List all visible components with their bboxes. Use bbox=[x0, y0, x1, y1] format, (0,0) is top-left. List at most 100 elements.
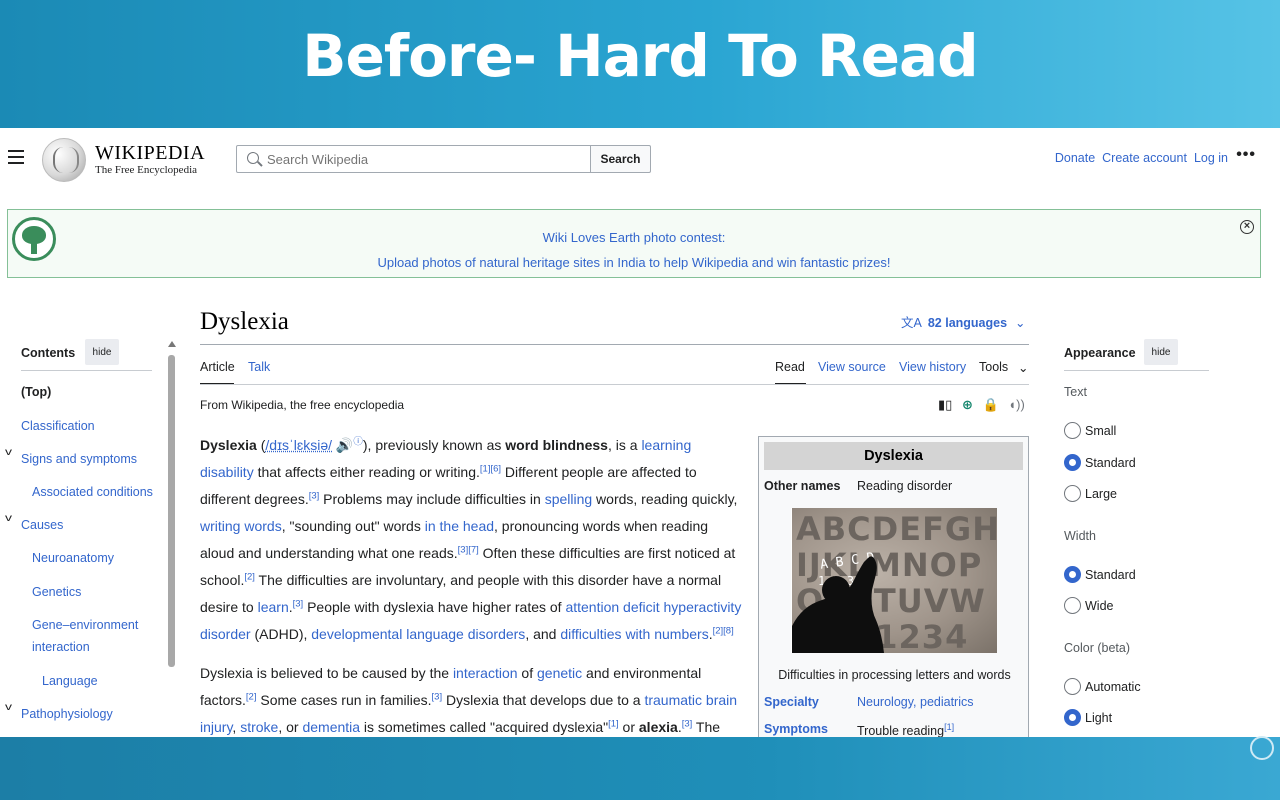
scroll-up-icon[interactable] bbox=[168, 341, 176, 347]
radio-color-automatic[interactable]: Automatic bbox=[1064, 678, 1141, 695]
languages-label: 82 languages bbox=[927, 316, 1008, 330]
ipa-link[interactable]: /dɪsˈlɛksiə/ bbox=[265, 437, 332, 453]
toc-item-associated-conditions[interactable]: Associated conditions bbox=[32, 485, 153, 499]
from-wikipedia-tagline: From Wikipedia, the free encyclopedia bbox=[200, 398, 405, 412]
tab-read[interactable]: Read bbox=[775, 360, 805, 374]
chevron-down-icon[interactable]: v bbox=[5, 447, 12, 458]
infobox-symptoms-value: Trouble reading[1] bbox=[857, 722, 954, 737]
chevron-down-icon[interactable]: v bbox=[5, 513, 12, 524]
radio-selected-icon[interactable] bbox=[1064, 454, 1081, 471]
create-account-link[interactable]: Create account bbox=[1102, 151, 1187, 165]
radio-text-standard[interactable]: Standard bbox=[1064, 454, 1136, 471]
toc-item-genetics[interactable]: Genetics bbox=[32, 585, 81, 599]
wordmark-tagline: The Free Encyclopedia bbox=[95, 164, 198, 176]
radio-selected-icon[interactable] bbox=[1064, 566, 1081, 583]
search-field[interactable] bbox=[236, 145, 591, 173]
radio-selected-icon[interactable] bbox=[1064, 709, 1081, 726]
radio-text-small[interactable]: Small bbox=[1064, 422, 1116, 439]
wikipedia-globe-logo[interactable] bbox=[42, 138, 86, 182]
toc-title: Contents bbox=[21, 346, 76, 360]
tab-view-history[interactable]: View history bbox=[899, 360, 966, 374]
notice-body-link[interactable]: Upload photos of natural heritage sites … bbox=[8, 255, 1260, 270]
radio-icon[interactable] bbox=[1064, 485, 1081, 502]
toc-item-interaction[interactable]: interaction bbox=[32, 640, 90, 654]
radio-color-light[interactable]: Light bbox=[1064, 709, 1112, 726]
wordmark-text: WIKIPEDIA bbox=[95, 142, 206, 164]
tab-tools[interactable]: Tools bbox=[979, 360, 1008, 374]
close-icon[interactable]: × bbox=[1240, 220, 1254, 234]
infobox-symptoms-label[interactable]: Symptoms bbox=[764, 722, 828, 736]
toc-item-signs-and-symptoms[interactable]: Signs and symptoms bbox=[21, 452, 137, 466]
scrollbar-thumb[interactable] bbox=[168, 355, 175, 667]
wikipedia-page: WIKIPEDIA The Free Encyclopedia Search D… bbox=[0, 128, 1280, 737]
link-genetic[interactable]: genetic bbox=[537, 665, 582, 681]
link-difficulties-with-numbers[interactable]: difficulties with numbers bbox=[560, 626, 708, 642]
user-links: Donate Create account Log in bbox=[1048, 151, 1228, 165]
tabs-divider bbox=[200, 384, 1029, 385]
toc-item-pathophysiology[interactable]: Pathophysiology bbox=[21, 707, 113, 721]
lock-icon[interactable]: 🔒 bbox=[982, 397, 998, 412]
toc-scrollbar[interactable] bbox=[168, 341, 176, 667]
symptoms-ref[interactable]: [1] bbox=[944, 722, 954, 732]
link-writing-words[interactable]: writing words bbox=[200, 518, 282, 534]
toc-item-gene-environment[interactable]: Gene–environment bbox=[32, 618, 138, 632]
link-stroke[interactable]: stroke bbox=[240, 719, 278, 735]
toc-item-language[interactable]: Language bbox=[42, 674, 98, 688]
page-status-icons: ▮▯ ⊕ 🔒 ◖)) bbox=[938, 397, 1031, 413]
link-interaction[interactable]: interaction bbox=[453, 665, 518, 681]
paragraph-1: Dyslexia (/dɪsˈlɛksiə/ 🔊ⓘ), previously k… bbox=[200, 436, 742, 642]
toc-item-neuroanatomy[interactable]: Neuroanatomy bbox=[32, 551, 114, 565]
symptoms-text[interactable]: Trouble reading bbox=[857, 724, 944, 737]
child-silhouette-icon bbox=[792, 556, 884, 653]
tab-talk[interactable]: Talk bbox=[248, 360, 270, 374]
toc-item-classification[interactable]: Classification bbox=[21, 419, 95, 433]
languages-button[interactable]: 文A 82 languages ⌄ bbox=[901, 312, 1026, 331]
site-header: WIKIPEDIA The Free Encyclopedia Search D… bbox=[0, 128, 1280, 192]
link-developmental-language-disorders[interactable]: developmental language disorders bbox=[311, 626, 525, 642]
radio-icon[interactable] bbox=[1064, 597, 1081, 614]
tab-article[interactable]: Article bbox=[200, 360, 235, 374]
radio-text-large[interactable]: Large bbox=[1064, 485, 1117, 502]
radio-label: Wide bbox=[1085, 598, 1114, 613]
chevron-down-icon[interactable]: v bbox=[5, 702, 12, 713]
infobox-image[interactable]: ABCDEFGH IJKLMNOP QRSTUVW 01234 A B C D … bbox=[791, 508, 997, 653]
appearance-hide-button[interactable]: hide bbox=[1144, 339, 1178, 365]
link-in-the-head[interactable]: in the head bbox=[425, 518, 494, 534]
radio-label: Light bbox=[1085, 710, 1113, 725]
radio-label: Automatic bbox=[1085, 679, 1141, 694]
appearance-divider bbox=[1064, 370, 1209, 371]
radio-label: Standard bbox=[1085, 455, 1136, 470]
width-label: Width bbox=[1064, 529, 1096, 543]
speaker-icon[interactable]: ◖)) bbox=[1008, 397, 1025, 412]
search-input[interactable] bbox=[267, 150, 577, 168]
toc-item-top[interactable]: (Top) bbox=[21, 385, 51, 399]
toc-hide-button[interactable]: hide bbox=[85, 339, 119, 365]
link-learn[interactable]: learn bbox=[258, 599, 289, 615]
more-options-icon[interactable]: ••• bbox=[1236, 146, 1256, 164]
chalkboard-photo: ABCDEFGH IJKLMNOP QRSTUVW 01234 A B C D … bbox=[792, 508, 997, 653]
link-dementia[interactable]: dementia bbox=[302, 719, 360, 735]
toc-divider bbox=[21, 370, 152, 371]
link-spelling[interactable]: spelling bbox=[545, 491, 592, 507]
text-size-label: Text bbox=[1064, 385, 1087, 399]
toc-item-causes[interactable]: Causes bbox=[21, 518, 63, 532]
search-button[interactable]: Search bbox=[590, 145, 651, 173]
radio-width-wide[interactable]: Wide bbox=[1064, 597, 1113, 614]
speaker-icon[interactable]: 🔊 bbox=[336, 437, 353, 453]
article-body: Dyslexia (/dɪsˈlɛksiə/ 🔊ⓘ), previously k… bbox=[200, 432, 746, 737]
plus-circle-icon[interactable]: ⊕ bbox=[962, 397, 973, 412]
login-link[interactable]: Log in bbox=[1194, 151, 1228, 165]
infobox-specialty-label[interactable]: Specialty bbox=[764, 695, 819, 709]
chevron-down-icon[interactable]: ⌄ bbox=[1018, 360, 1028, 375]
radio-icon[interactable] bbox=[1064, 422, 1081, 439]
infobox-specialty-value[interactable]: Neurology, pediatrics bbox=[857, 695, 974, 709]
translate-icon: 文A bbox=[901, 316, 922, 330]
main-menu-icon[interactable] bbox=[8, 150, 24, 168]
wikipedia-wordmark[interactable]: WIKIPEDIA The Free Encyclopedia bbox=[95, 142, 205, 176]
radio-width-standard[interactable]: Standard bbox=[1064, 566, 1136, 583]
notice-headline[interactable]: Wiki Loves Earth photo contest: bbox=[8, 230, 1260, 245]
tab-view-source[interactable]: View source bbox=[818, 360, 886, 374]
radio-icon[interactable] bbox=[1064, 678, 1081, 695]
donate-link[interactable]: Donate bbox=[1055, 151, 1095, 165]
book-icon[interactable]: ▮▯ bbox=[938, 397, 952, 412]
